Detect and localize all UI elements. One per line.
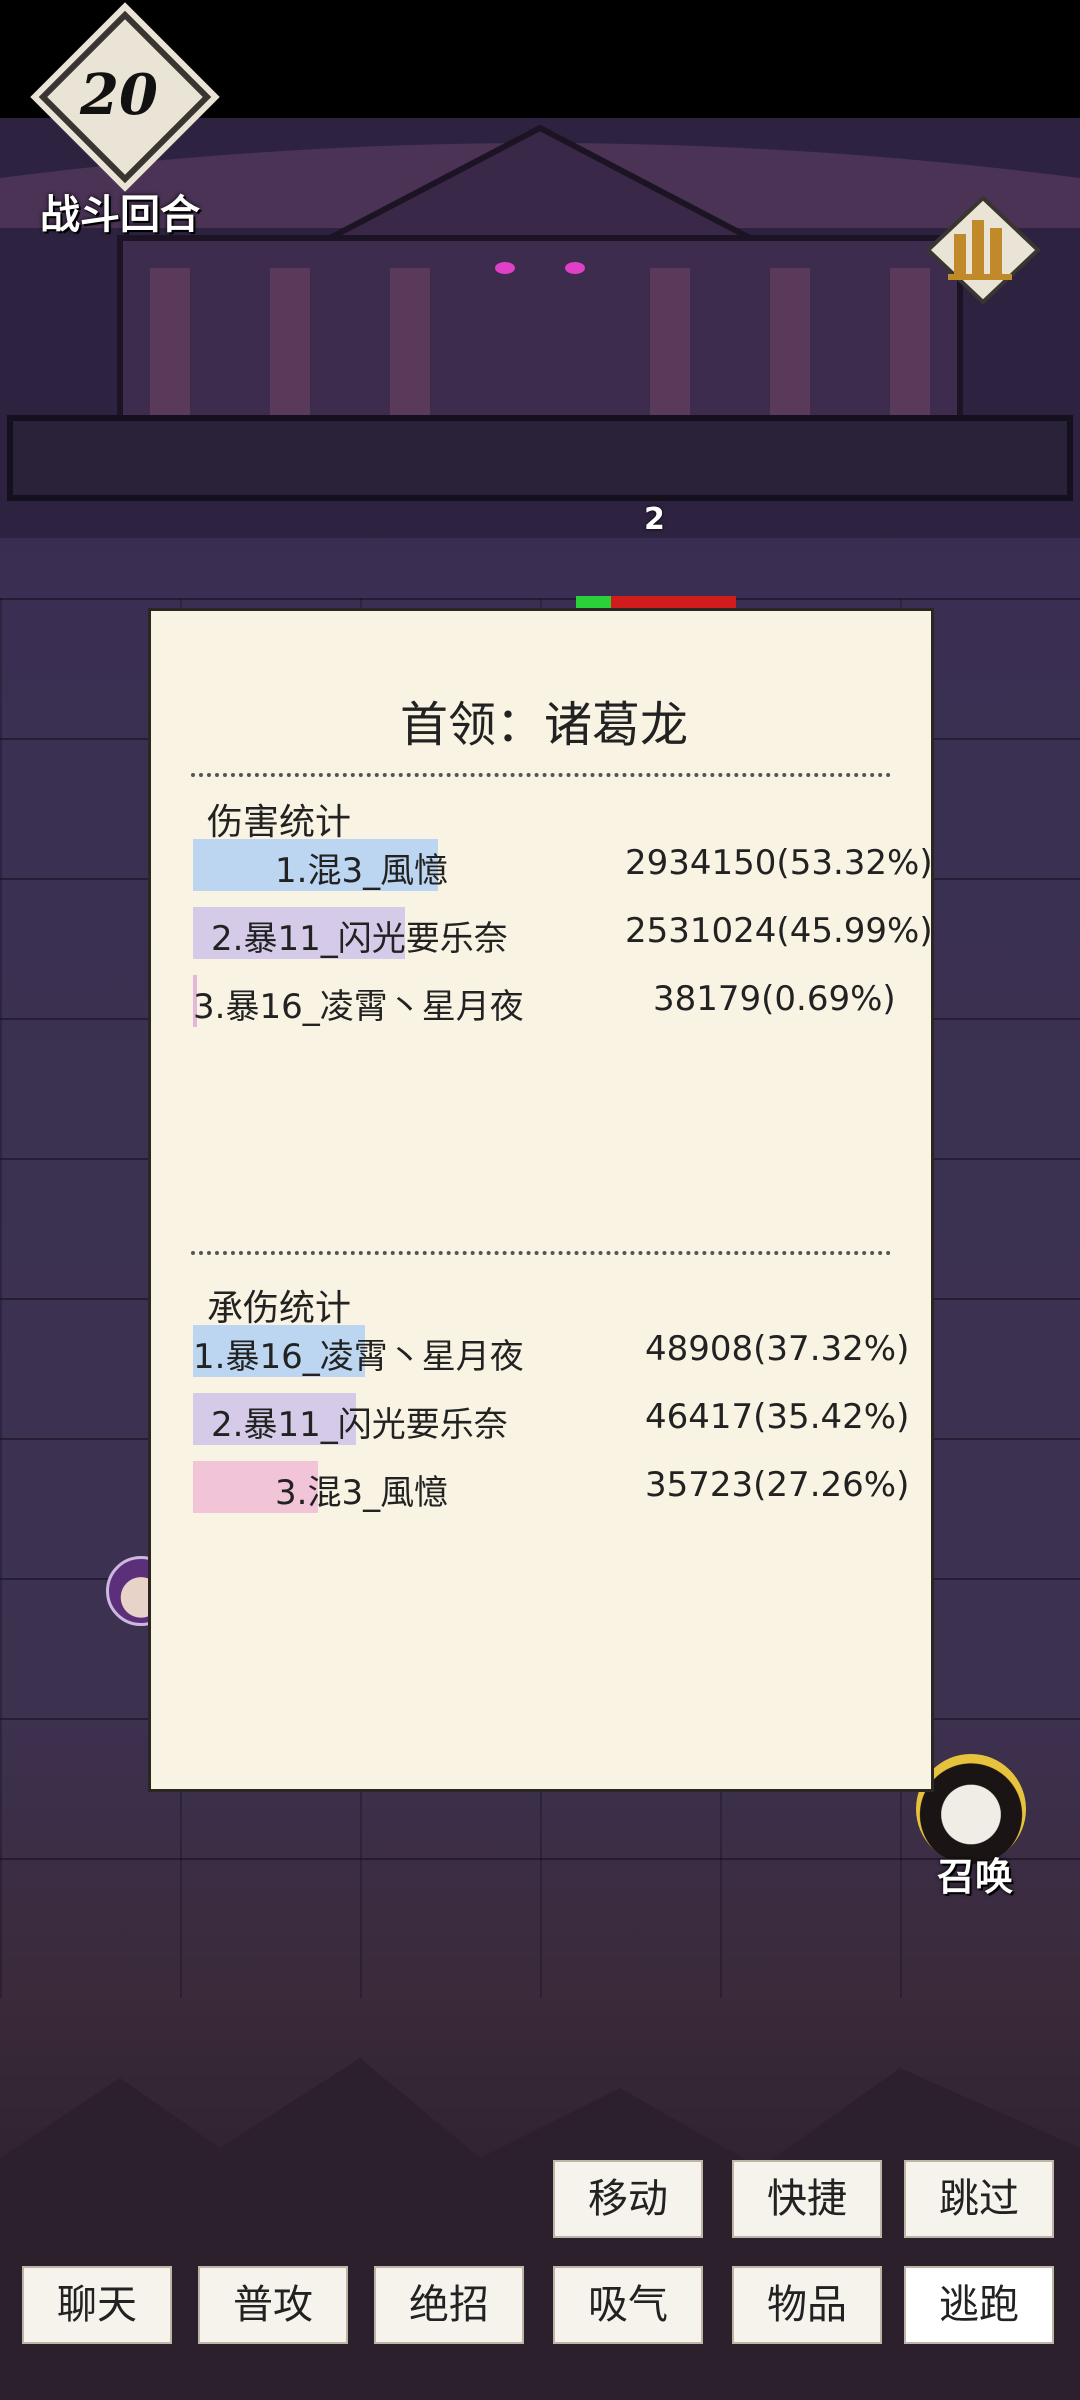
taken-player-name: 3.混3_風憶 [275, 1473, 449, 1513]
move-button[interactable]: 移动 [553, 2160, 703, 2238]
divider [191, 773, 891, 777]
temple-background [0, 118, 1080, 538]
taken-section-title: 承伤统计 [207, 1288, 352, 1329]
taken-row: 3.混3_風憶 35723(27.26%) [193, 1461, 909, 1517]
absorb-button[interactable]: 吸气 [553, 2266, 703, 2344]
damage-player-name: 3.暴16_凌霄丶星月夜 [193, 987, 524, 1027]
damage-player-name: 2.暴11_闪光要乐奈 [211, 919, 508, 959]
divider [191, 1251, 891, 1255]
damage-value: 2934150(53.32%) [625, 843, 933, 883]
taken-value: 48908(37.32%) [645, 1329, 910, 1369]
panel-title: 首领：诸葛龙 [399, 697, 688, 753]
round-label: 战斗回合 [40, 192, 200, 238]
shortcut-button[interactable]: 快捷 [732, 2160, 882, 2238]
boss-stats-panel: 首领：诸葛龙 伤害统计 1.混3_風憶 2934150(53.32%) 2.暴1… [148, 608, 934, 1792]
taken-player-name: 2.暴11_闪光要乐奈 [211, 1405, 508, 1445]
damage-player-name: 1.混3_風憶 [275, 851, 449, 891]
taken-player-name: 1.暴16_凌霄丶星月夜 [193, 1337, 524, 1377]
damage-value: 2531024(45.99%) [625, 911, 933, 951]
taken-value: 46417(35.42%) [645, 1397, 910, 1437]
skip-button[interactable]: 跳过 [904, 2160, 1054, 2238]
flee-button[interactable]: 逃跑 [904, 2266, 1054, 2344]
ultimate-button[interactable]: 绝招 [374, 2266, 524, 2344]
floating-damage-number: 2 [644, 502, 665, 537]
summon-label: 召唤 [936, 1855, 1013, 1899]
damage-value: 38179(0.69%) [653, 979, 896, 1019]
damage-row: 2.暴11_闪光要乐奈 2531024(45.99%) [193, 907, 933, 963]
normal-attack-button[interactable]: 普攻 [198, 2266, 348, 2344]
damage-row: 3.暴16_凌霄丶星月夜 38179(0.69%) [193, 975, 905, 1031]
round-number: 20 [80, 62, 158, 128]
damage-row: 1.混3_風憶 2934150(53.32%) [193, 839, 933, 895]
taken-row: 2.暴11_闪光要乐奈 46417(35.42%) [193, 1393, 909, 1449]
round-counter: 20 战斗回合 [34, 10, 212, 238]
taken-row: 1.暴16_凌霄丶星月夜 48908(37.32%) [193, 1325, 909, 1381]
damage-section-title: 伤害统计 [207, 802, 352, 843]
bar-chart-stats-icon[interactable] [918, 190, 1048, 310]
chat-button[interactable]: 聊天 [22, 2266, 172, 2344]
taken-value: 35723(27.26%) [645, 1465, 910, 1505]
items-button[interactable]: 物品 [732, 2266, 882, 2344]
